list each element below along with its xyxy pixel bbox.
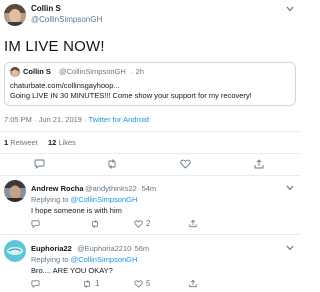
retweet-count: 1 — [95, 279, 100, 288]
timestamp-text[interactable]: 7:05 PM · Jun 21, 2019 · — [4, 115, 89, 124]
reply-author-name[interactable]: Euphoria22 — [31, 244, 72, 253]
comment-icon[interactable] — [34, 159, 45, 169]
share-icon[interactable] — [254, 159, 264, 169]
likes-label[interactable]: Likes — [58, 138, 76, 147]
reply-author-handle[interactable]: @Euphoria2210 — [77, 244, 131, 253]
reply-author-name[interactable]: Andrew Rocha — [31, 184, 84, 193]
comment-icon[interactable] — [31, 280, 40, 288]
client-link[interactable]: Twitter for Android — [89, 115, 149, 124]
share-icon[interactable] — [189, 219, 197, 228]
likes-count[interactable]: 12 — [48, 138, 56, 147]
reply-age: · 54m — [137, 184, 157, 193]
replying-to-label: Replying to — [31, 195, 71, 204]
replying-to-handle[interactable]: @CollinSimpsonGH — [71, 255, 138, 264]
author-avatar[interactable] — [4, 4, 26, 26]
quote-author-handle: @CollinSimpsonGH — [59, 67, 126, 76]
reply-text: I hope someone is with him — [31, 206, 122, 215]
chevron-down-icon[interactable] — [286, 185, 294, 191]
replying-to: Replying to @CollinSimpsonGH — [31, 195, 137, 204]
reply-avatar[interactable] — [4, 180, 26, 202]
divider — [0, 131, 300, 132]
retweet-icon[interactable] — [82, 280, 92, 288]
retweet-count[interactable]: 1 — [4, 138, 8, 147]
reply-avatar[interactable] — [4, 240, 26, 262]
reply-author-handle[interactable]: @andythinks22 — [85, 184, 137, 193]
tweet-timestamp: 7:05 PM · Jun 21, 2019 · Twitter for And… — [4, 115, 149, 124]
tweet-stats: 1 Retweet 12 Likes — [4, 138, 76, 147]
like-count: 2 — [146, 219, 151, 228]
chevron-down-icon[interactable] — [286, 245, 294, 251]
retweet-label[interactable]: Retweet — [10, 138, 38, 147]
heart-icon[interactable] — [134, 220, 143, 228]
chevron-down-icon[interactable] — [286, 6, 294, 12]
retweet-icon[interactable] — [106, 159, 118, 169]
like-count: 5 — [146, 279, 151, 288]
retweet-icon[interactable] — [90, 220, 100, 228]
comment-icon[interactable] — [31, 220, 40, 228]
divider — [0, 175, 300, 176]
heart-icon[interactable] — [180, 159, 191, 169]
reply-text: Bro.... ARE YOU OKAY? — [31, 266, 113, 275]
replying-to-handle[interactable]: @CollinSimpsonGH — [71, 195, 138, 204]
author-name[interactable]: Collin S — [31, 4, 61, 13]
quote-text-line-2: Going LIVE IN 30 MINUTES!!! Come show yo… — [10, 91, 252, 100]
divider — [0, 234, 300, 235]
reply-age: · 56m — [130, 244, 150, 253]
quoted-tweet-card[interactable]: Collin S @CollinSimpsonGH · 2h chaturbat… — [4, 62, 296, 106]
tweet-text: IM LIVE NOW! — [4, 38, 105, 55]
replying-to: Replying to @CollinSimpsonGH — [31, 255, 137, 264]
heart-icon[interactable] — [134, 280, 143, 288]
quote-text-line-1: chaturbate.com/collinsgayhoop... — [10, 81, 120, 90]
divider — [0, 153, 300, 154]
replying-to-label: Replying to — [31, 255, 71, 264]
quote-age: · 2h — [131, 67, 144, 76]
quote-author-name: Collin S — [23, 67, 51, 76]
quote-avatar — [10, 67, 20, 77]
author-handle[interactable]: @CollinSimpsonGH — [31, 15, 102, 24]
share-icon[interactable] — [189, 279, 197, 288]
